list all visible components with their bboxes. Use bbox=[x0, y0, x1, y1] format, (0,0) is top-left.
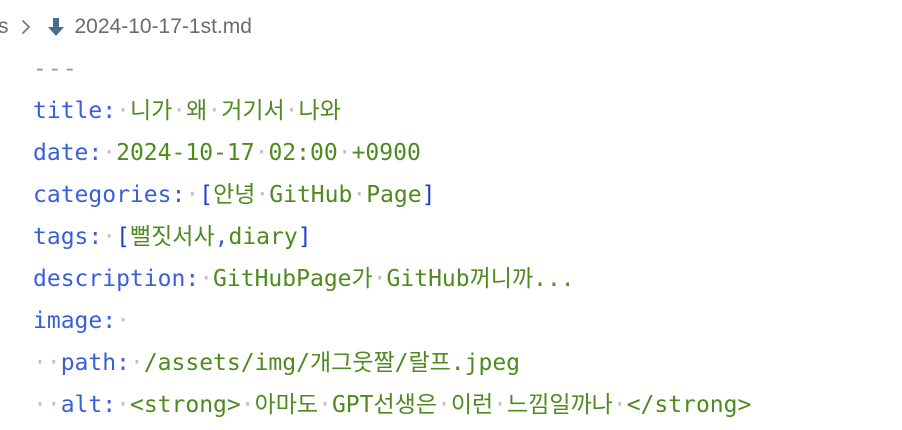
code-line: tags:·[뻘짓서사,diary] bbox=[33, 216, 312, 258]
string-value: <strong> bbox=[129, 392, 241, 418]
whitespace-dot: · bbox=[436, 392, 451, 418]
string-value: </strong> bbox=[626, 392, 752, 418]
yaml-key: title bbox=[33, 98, 103, 124]
whitespace-dot: · bbox=[337, 140, 352, 166]
bracket: ] bbox=[421, 182, 436, 208]
bracket: ] bbox=[297, 224, 312, 250]
code-line: categories:·[안녕·GitHub·Page] bbox=[33, 174, 435, 216]
whitespace-dot: · bbox=[255, 182, 270, 208]
whitespace-dot: · bbox=[318, 392, 332, 418]
string-value: 뻘짓서사 bbox=[129, 224, 215, 250]
string-value: GPT선생은 bbox=[331, 392, 437, 418]
yaml-key: alt bbox=[60, 392, 103, 418]
string-value: 아마도 bbox=[254, 392, 319, 418]
string-value: 이런 bbox=[450, 392, 494, 418]
bracket: [ bbox=[199, 182, 214, 208]
whitespace-dot: · bbox=[254, 140, 269, 166]
yaml-key: date bbox=[33, 140, 89, 166]
whitespace-dot: · bbox=[172, 98, 187, 124]
breadcrumb: s 2024-10-17-1st.md bbox=[0, 10, 252, 44]
whitespace-dot: · bbox=[372, 266, 387, 292]
yaml-key: path bbox=[60, 350, 117, 376]
code-line: title:·니가·왜·거기서·나와 bbox=[33, 90, 341, 132]
code-line: image:· bbox=[33, 300, 130, 342]
string-value: 느낌일까나 bbox=[507, 392, 613, 418]
bracket: [ bbox=[116, 224, 130, 250]
string-value: GitHubPage가 bbox=[213, 266, 373, 292]
string-value: Page bbox=[366, 182, 422, 208]
string-value: 니가 bbox=[129, 98, 173, 124]
punctuation: : bbox=[102, 98, 117, 124]
punctuation: : bbox=[102, 308, 117, 334]
whitespace-dot: · bbox=[116, 308, 130, 334]
whitespace-dot: · bbox=[240, 392, 255, 418]
code-line: --- bbox=[33, 48, 78, 90]
front-matter-delimiter: --- bbox=[33, 56, 78, 82]
breadcrumb-parent-fragment[interactable]: s bbox=[0, 15, 9, 39]
string-value: 나와 bbox=[298, 98, 341, 124]
whitespace-dot: · bbox=[612, 392, 627, 418]
string-value: diary bbox=[228, 224, 298, 250]
markdown-down-arrow-icon bbox=[45, 16, 67, 38]
string-value: 거기서 bbox=[221, 98, 285, 124]
punctuation: : bbox=[88, 140, 103, 166]
whitespace-dot: · bbox=[102, 140, 117, 166]
string-value: 안녕 bbox=[213, 182, 256, 208]
string-value: GitHub꺼니까... bbox=[386, 266, 575, 292]
yaml-key: image bbox=[33, 308, 103, 334]
punctuation: : bbox=[171, 182, 186, 208]
punctuation: : bbox=[116, 350, 130, 376]
code-line: description:·GitHubPage가·GitHub꺼니까... bbox=[33, 258, 575, 300]
string-value: /assets/img/개그웃짤/랄프.jpeg bbox=[143, 350, 521, 376]
whitespace-dot: · bbox=[199, 266, 214, 292]
number-value: 2024-10-17 bbox=[116, 140, 255, 166]
whitespace-dot: · bbox=[129, 350, 144, 376]
punctuation: : bbox=[185, 266, 200, 292]
string-value: 왜 bbox=[186, 98, 208, 124]
whitespace-dot: · bbox=[352, 182, 367, 208]
whitespace-dot: · bbox=[284, 98, 299, 124]
number-value: +0900 bbox=[351, 140, 421, 166]
yaml-key: tags bbox=[33, 224, 89, 250]
punctuation: , bbox=[214, 224, 229, 250]
yaml-key: categories bbox=[33, 182, 172, 208]
punctuation: : bbox=[88, 224, 103, 250]
number-value: 02:00 bbox=[268, 140, 338, 166]
chevron-right-icon bbox=[15, 16, 37, 38]
code-line: ··path:·/assets/img/개그웃짤/랄프.jpeg bbox=[33, 342, 520, 384]
whitespace-dot: · bbox=[102, 224, 117, 250]
whitespace-dot: · bbox=[185, 182, 200, 208]
string-value: GitHub bbox=[269, 182, 353, 208]
code-line: date:·2024-10-17·02:00·+0900 bbox=[33, 132, 421, 174]
breadcrumb-file-name[interactable]: 2024-10-17-1st.md bbox=[75, 15, 252, 39]
whitespace-dot: ·· bbox=[33, 392, 61, 418]
whitespace-dot: ·· bbox=[33, 350, 61, 376]
punctuation: : bbox=[102, 392, 117, 418]
code-line: ··alt:·<strong>·아마도·GPT선생은·이런·느낌일까나·</st… bbox=[33, 384, 751, 426]
whitespace-dot: · bbox=[493, 392, 508, 418]
whitespace-dot: · bbox=[207, 98, 222, 124]
whitespace-dot: · bbox=[116, 392, 130, 418]
whitespace-dot: · bbox=[116, 98, 130, 124]
yaml-key: description bbox=[33, 266, 186, 292]
